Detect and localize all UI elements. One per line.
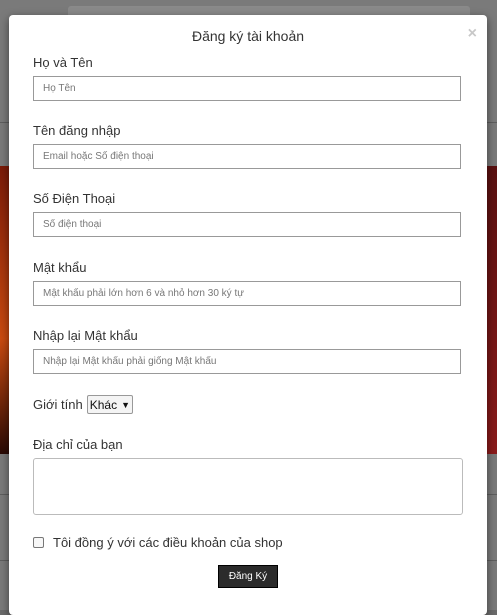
fullname-input[interactable] — [33, 76, 461, 101]
agree-checkbox[interactable] — [33, 537, 44, 548]
username-input[interactable] — [33, 144, 461, 169]
password-input[interactable] — [33, 281, 461, 306]
close-icon[interactable]: × — [468, 26, 477, 42]
background-banner-edge — [0, 166, 9, 454]
gender-row: Giới tính Khác ▼ — [33, 395, 133, 414]
confirm-password-label: Nhập lại Mật khẩu — [33, 328, 138, 343]
username-label: Tên đăng nhập — [33, 123, 121, 138]
address-textarea[interactable] — [33, 458, 463, 515]
agree-row: Tôi đồng ý với các điều khoản của shop — [33, 535, 283, 550]
register-modal: Đăng ký tài khoản × Họ và Tên Tên đăng n… — [9, 15, 487, 615]
gender-select[interactable]: Khác ▼ — [86, 395, 133, 414]
fullname-label: Họ và Tên — [33, 55, 93, 70]
modal-title: Đăng ký tài khoản — [191, 28, 305, 44]
password-label: Mật khẩu — [33, 260, 87, 275]
gender-label: Giới tính — [33, 397, 83, 412]
phone-input[interactable] — [33, 212, 461, 237]
chevron-down-icon: ▼ — [121, 399, 130, 410]
confirm-password-input[interactable] — [33, 349, 461, 374]
phone-label: Số Điện Thoại — [33, 191, 116, 206]
address-label: Địa chỉ của bạn — [33, 437, 123, 452]
gender-selected-value: Khác — [89, 397, 118, 412]
agree-label: Tôi đồng ý với các điều khoản của shop — [53, 535, 283, 550]
register-button[interactable]: Đăng Ký — [218, 565, 278, 588]
